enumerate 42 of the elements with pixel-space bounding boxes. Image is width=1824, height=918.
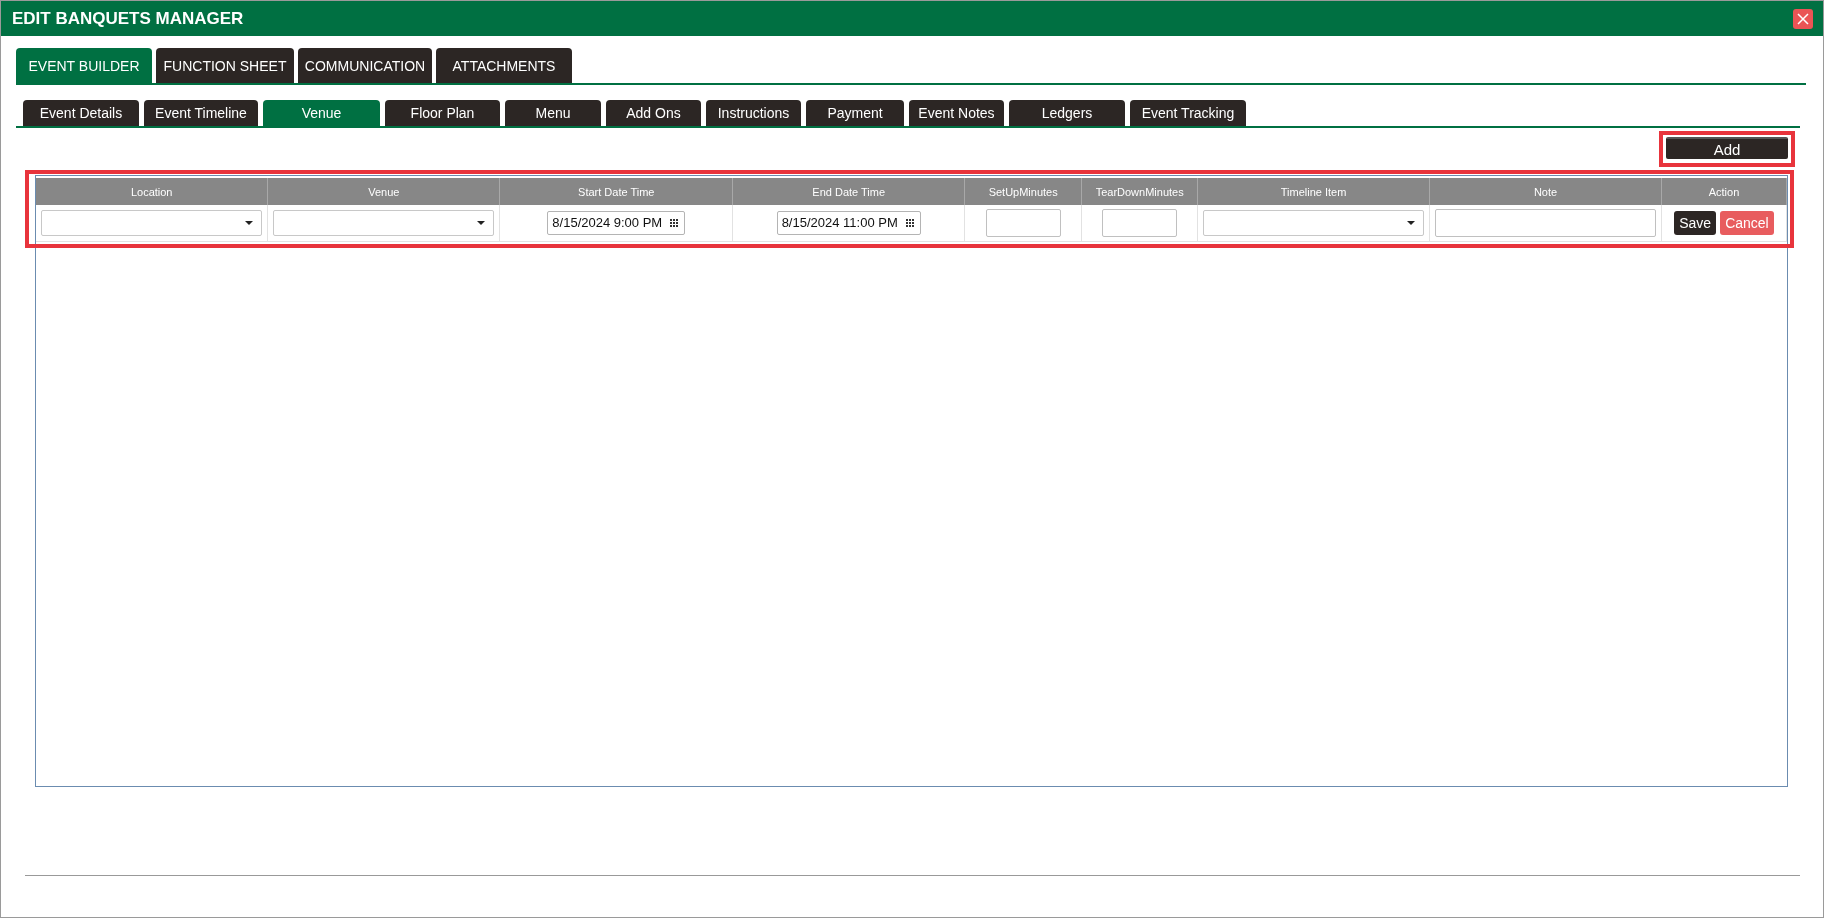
window-title: EDIT BANQUETS MANAGER — [12, 8, 244, 29]
input-field[interactable] — [1102, 208, 1178, 237]
date-time-field[interactable]: 8/15/2024 9:00 PM — [547, 210, 686, 235]
tab[interactable]: Add Ons — [606, 100, 701, 126]
dropdown-field[interactable] — [1203, 209, 1425, 236]
column-header: Start Date Time — [499, 178, 733, 205]
column-header: SetUpMinutes — [964, 178, 1082, 205]
tab[interactable]: Event Tracking — [1130, 100, 1246, 126]
tab[interactable]: Event Timeline — [144, 100, 258, 126]
tab[interactable]: Floor Plan — [385, 100, 500, 126]
caret-icon — [245, 220, 254, 225]
add-button[interactable]: Add — [1666, 137, 1788, 159]
tab[interactable]: EVENT BUILDER — [16, 48, 152, 83]
tab[interactable]: Venue — [263, 100, 380, 126]
tab[interactable]: Instructions — [706, 100, 801, 126]
close-button[interactable] — [1793, 8, 1813, 29]
input-field[interactable] — [985, 208, 1061, 237]
input-field[interactable] — [1435, 208, 1656, 237]
column-header: Action — [1661, 178, 1787, 205]
tab[interactable]: FUNCTION SHEET — [156, 48, 294, 83]
grid-icon — [905, 218, 914, 227]
tab[interactable]: Menu — [505, 100, 601, 126]
tab[interactable]: Ledgers — [1009, 100, 1125, 126]
tab[interactable]: Payment — [806, 100, 904, 126]
dropdown-field[interactable] — [273, 209, 495, 236]
grid-icon — [670, 218, 679, 227]
save-button[interactable]: Save — [1674, 210, 1717, 235]
caret-icon — [477, 220, 486, 225]
dropdown-field[interactable] — [41, 209, 263, 236]
date-time-field[interactable]: 8/15/2024 11:00 PM — [776, 210, 921, 235]
tab[interactable]: Event Notes — [909, 100, 1004, 126]
tab[interactable]: Event Details — [23, 100, 139, 126]
tab[interactable]: COMMUNICATION — [298, 48, 432, 83]
close-icon — [1797, 12, 1809, 25]
caret-icon — [1407, 220, 1416, 225]
column-header: Venue — [267, 178, 500, 205]
column-header: End Date Time — [732, 178, 965, 205]
column-header: Note — [1429, 178, 1662, 205]
tab[interactable]: ATTACHMENTS — [436, 48, 572, 83]
column-header: Location — [36, 178, 268, 205]
column-header: TearDownMinutes — [1081, 178, 1198, 205]
column-header: Timeline Item — [1197, 178, 1430, 205]
